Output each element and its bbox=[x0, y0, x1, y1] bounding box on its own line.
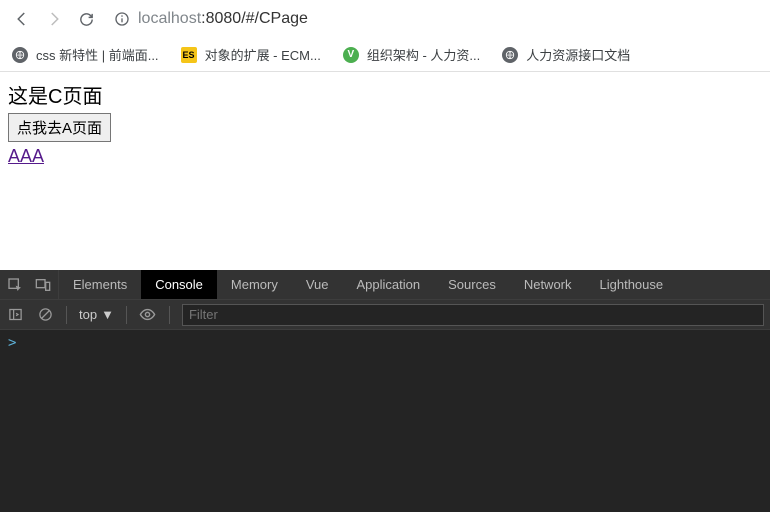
tab-application[interactable]: Application bbox=[343, 270, 435, 299]
reload-button[interactable] bbox=[72, 5, 100, 33]
bookmark-label: 对象的扩展 - ECM... bbox=[205, 45, 321, 64]
bookmark-item[interactable]: css 新特性 | 前端面... bbox=[8, 41, 163, 68]
tab-lighthouse[interactable]: Lighthouse bbox=[586, 270, 678, 299]
separator bbox=[126, 306, 127, 324]
separator bbox=[66, 306, 67, 324]
bookmark-label: 人力资源接口文档 bbox=[526, 45, 630, 64]
devtools-toolbar-left bbox=[0, 270, 59, 299]
bookmark-item[interactable]: ES 对象的扩展 - ECM... bbox=[177, 41, 325, 68]
page-content: 这是C页面 点我去A页面 AAA bbox=[0, 72, 770, 175]
v-icon: V bbox=[343, 47, 359, 63]
tab-console[interactable]: Console bbox=[141, 270, 217, 299]
tab-elements[interactable]: Elements bbox=[59, 270, 141, 299]
console-toolbar: top ▼ bbox=[0, 300, 770, 330]
browser-nav-bar: localhost:8080/#/CPage bbox=[0, 0, 770, 38]
bookmark-label: css 新特性 | 前端面... bbox=[36, 45, 159, 64]
globe-icon bbox=[12, 47, 28, 63]
device-toggle-icon[interactable] bbox=[34, 276, 52, 294]
tab-network[interactable]: Network bbox=[510, 270, 586, 299]
tab-memory[interactable]: Memory bbox=[217, 270, 292, 299]
address-bar[interactable]: localhost:8080/#/CPage bbox=[114, 5, 762, 33]
forward-button[interactable] bbox=[40, 5, 68, 33]
site-info-icon[interactable] bbox=[114, 11, 130, 27]
eye-icon[interactable] bbox=[139, 306, 157, 324]
devtools-tab-bar: Elements Console Memory Vue Application … bbox=[0, 270, 770, 300]
page-heading: 这是C页面 bbox=[8, 80, 762, 109]
url-text: localhost:8080/#/CPage bbox=[138, 10, 308, 28]
aaa-link[interactable]: AAA bbox=[8, 146, 762, 167]
separator bbox=[169, 306, 170, 324]
console-output[interactable]: > bbox=[0, 330, 770, 512]
bookmark-item[interactable]: 人力资源接口文档 bbox=[498, 41, 634, 68]
context-selector[interactable]: top ▼ bbox=[79, 307, 114, 322]
go-apage-button[interactable]: 点我去A页面 bbox=[8, 113, 111, 142]
tab-vue[interactable]: Vue bbox=[292, 270, 343, 299]
content-spacer bbox=[0, 175, 770, 270]
filter-input[interactable] bbox=[182, 304, 764, 326]
sidebar-toggle-icon[interactable] bbox=[6, 306, 24, 324]
context-label: top bbox=[79, 307, 97, 322]
clear-console-icon[interactable] bbox=[36, 306, 54, 324]
chevron-down-icon: ▼ bbox=[101, 307, 114, 322]
globe-icon bbox=[502, 47, 518, 63]
bookmarks-bar: css 新特性 | 前端面... ES 对象的扩展 - ECM... V 组织架… bbox=[0, 38, 770, 72]
es-icon: ES bbox=[181, 47, 197, 63]
bookmark-label: 组织架构 - 人力资... bbox=[367, 45, 480, 64]
console-prompt: > bbox=[8, 335, 16, 351]
inspect-icon[interactable] bbox=[6, 276, 24, 294]
tab-sources[interactable]: Sources bbox=[434, 270, 510, 299]
devtools-panel: Elements Console Memory Vue Application … bbox=[0, 270, 770, 512]
bookmark-item[interactable]: V 组织架构 - 人力资... bbox=[339, 41, 484, 68]
back-button[interactable] bbox=[8, 5, 36, 33]
